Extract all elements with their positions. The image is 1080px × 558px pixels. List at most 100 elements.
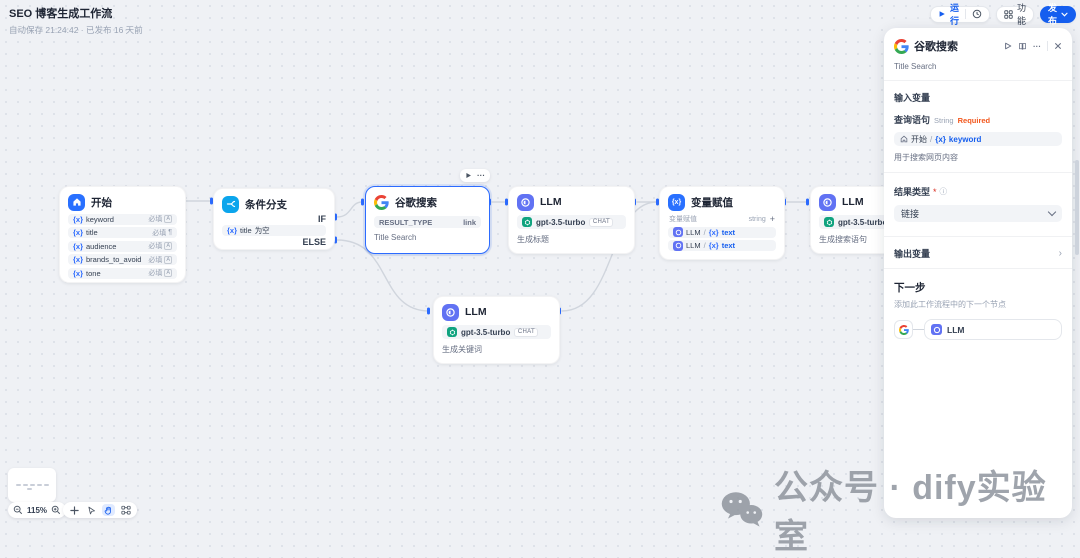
text-type-icon: A: [164, 215, 172, 223]
panel-title: 谷歌搜索: [914, 41, 958, 53]
assigner-type: string: [748, 215, 766, 223]
node-ifelse[interactable]: 条件分支 IF {x} title 为空 ELSE: [213, 188, 335, 250]
run-button-label[interactable]: 运行: [950, 1, 959, 27]
publish-button-label[interactable]: 发布: [1048, 1, 1057, 27]
if-branch-label: IF: [318, 214, 326, 224]
more-icon[interactable]: ···: [1033, 42, 1041, 51]
add-node-button[interactable]: [68, 504, 81, 516]
node-llm-header: LLM: [517, 193, 626, 211]
node-config-panel: 谷歌搜索 ··· Title Search 输入变量 查询语句 String R…: [884, 28, 1072, 518]
llm-icon: [819, 193, 836, 211]
minimap[interactable]: [8, 468, 56, 502]
node-title: LLM: [842, 196, 864, 208]
text-type-icon: A: [164, 242, 172, 250]
google-icon: [374, 194, 389, 210]
required-label: 必填: [148, 243, 163, 250]
variable-icon: {x}: [935, 134, 946, 144]
next-node-label: LLM: [947, 324, 965, 335]
output-vars-section-label: 输出变量: [894, 249, 931, 259]
node-title: 条件分支: [245, 198, 287, 211]
variable-icon: {x}: [708, 241, 719, 250]
variable-icon: {x}: [73, 241, 84, 251]
condition-row[interactable]: {x} title 为空: [222, 225, 326, 236]
variable-icon: {x}: [227, 226, 238, 235]
param-value: link: [463, 217, 476, 227]
start-field-row[interactable]: {x} tone 必填 A: [68, 267, 177, 279]
variable-assigner-icon: {x}: [668, 193, 685, 211]
slash: /: [703, 241, 706, 250]
home-icon: [900, 135, 908, 143]
features-button-label[interactable]: 功能: [1017, 1, 1026, 27]
divider: [884, 268, 1072, 269]
result-type-select[interactable]: 链接: [894, 205, 1062, 222]
next-step-preview: LLM: [894, 319, 1062, 340]
result-type-label-row: 结果类型 * ⓘ: [894, 185, 1062, 198]
assigner-group-label: 变量赋值: [669, 216, 697, 223]
variable-icon: {x}: [73, 255, 84, 264]
node-variable-assigner[interactable]: {x} 变量赋值 变量赋值 string + LLM / {x} text LL…: [659, 186, 785, 260]
workflow-header: SEO 博客生成工作流 自动保存 21:24:42 · 已发布 16 天前: [9, 5, 143, 36]
canvas-tools: [63, 502, 137, 518]
google-icon: [894, 320, 913, 339]
node-google-search[interactable]: 谷歌搜索 RESULT_TYPE link Title Search: [365, 186, 490, 254]
field-name: keyword: [86, 214, 114, 224]
openai-icon: [522, 217, 532, 227]
zoom-out-icon[interactable]: [13, 505, 23, 515]
output-vars-row[interactable]: 输出变量 ›: [894, 247, 1062, 260]
chevron-right-icon[interactable]: ›: [1059, 248, 1062, 259]
next-node-llm[interactable]: LLM: [924, 319, 1062, 340]
autosave-status: 自动保存 21:24:42 · 已发布 16 天前: [9, 25, 143, 35]
docs-book-icon[interactable]: [1018, 42, 1027, 51]
divider: [884, 236, 1072, 237]
query-variable-selector[interactable]: 开始 / {x} keyword: [894, 132, 1062, 146]
zoom-in-icon[interactable]: [51, 505, 61, 515]
query-label-row: 查询语句 String Required: [894, 113, 1062, 126]
page-scrollbar[interactable]: [1075, 160, 1079, 255]
model-name: gpt-3.5-turbo: [536, 217, 586, 227]
condition-operator: 为空: [254, 226, 270, 235]
query-required-badge: Required: [957, 116, 991, 125]
llm-ref-icon: [673, 240, 683, 251]
node-google-header: 谷歌搜索: [374, 193, 481, 211]
home-icon: [68, 193, 85, 211]
assigner-meta-row: 变量赋值 string +: [668, 214, 776, 224]
play-icon[interactable]: [465, 172, 472, 179]
node-llm-header: LLM: [442, 303, 551, 321]
publish-button[interactable]: 发布: [1040, 3, 1077, 26]
more-icon[interactable]: ···: [477, 171, 485, 180]
zoom-level[interactable]: 115%: [27, 506, 47, 515]
else-branch-label: ELSE: [302, 237, 326, 247]
node-llm-keywords[interactable]: LLM gpt-3.5-turbo CHAT 生成关键词: [433, 296, 560, 364]
node-assigner-header: {x} 变量赋值: [668, 193, 776, 211]
text-type-icon: A: [164, 269, 172, 277]
start-field-row[interactable]: {x} keyword 必填 A: [68, 213, 177, 225]
pointer-tool[interactable]: [85, 504, 98, 516]
node-llm-title[interactable]: LLM gpt-3.5-turbo CHAT 生成标题: [508, 186, 635, 254]
watermark: 公众号 · dify实验室: [720, 460, 1080, 558]
hand-tool[interactable]: [102, 504, 115, 516]
run-button-group[interactable]: 运行: [930, 3, 991, 26]
start-field-row[interactable]: {x} audience 必填 A: [68, 240, 177, 252]
result-type-value: 链接: [901, 209, 920, 219]
node-title: 变量赋值: [691, 196, 733, 209]
google-icon: [894, 38, 909, 54]
next-step-description: 添加此工作流程中的下一个节点: [894, 300, 1006, 309]
start-field-row[interactable]: {x} brands_to_avoid 必填 A: [68, 254, 177, 265]
info-icon: ⓘ: [939, 187, 948, 196]
history-clock-icon[interactable]: [972, 9, 982, 19]
grid-icon: [1004, 9, 1013, 19]
node-start[interactable]: 开始 {x} keyword 必填 A {x} title 必填 ¶ {x} audien…: [59, 186, 186, 283]
selected-variable-name: keyword: [948, 134, 982, 144]
play-icon[interactable]: [1004, 42, 1012, 50]
assigner-row: LLM / {x} text: [668, 226, 776, 238]
slash: /: [703, 227, 706, 237]
required-label: 必填: [148, 256, 163, 264]
llm-ref-icon: [673, 227, 683, 237]
close-icon[interactable]: [1054, 42, 1062, 50]
add-variable-button[interactable]: +: [770, 214, 775, 224]
llm-icon: [517, 193, 534, 211]
features-button[interactable]: 功能: [996, 3, 1035, 26]
variable-icon: {x}: [708, 227, 719, 237]
start-field-row[interactable]: {x} title 必填 ¶: [68, 227, 177, 238]
auto-layout-icon[interactable]: [119, 504, 132, 516]
